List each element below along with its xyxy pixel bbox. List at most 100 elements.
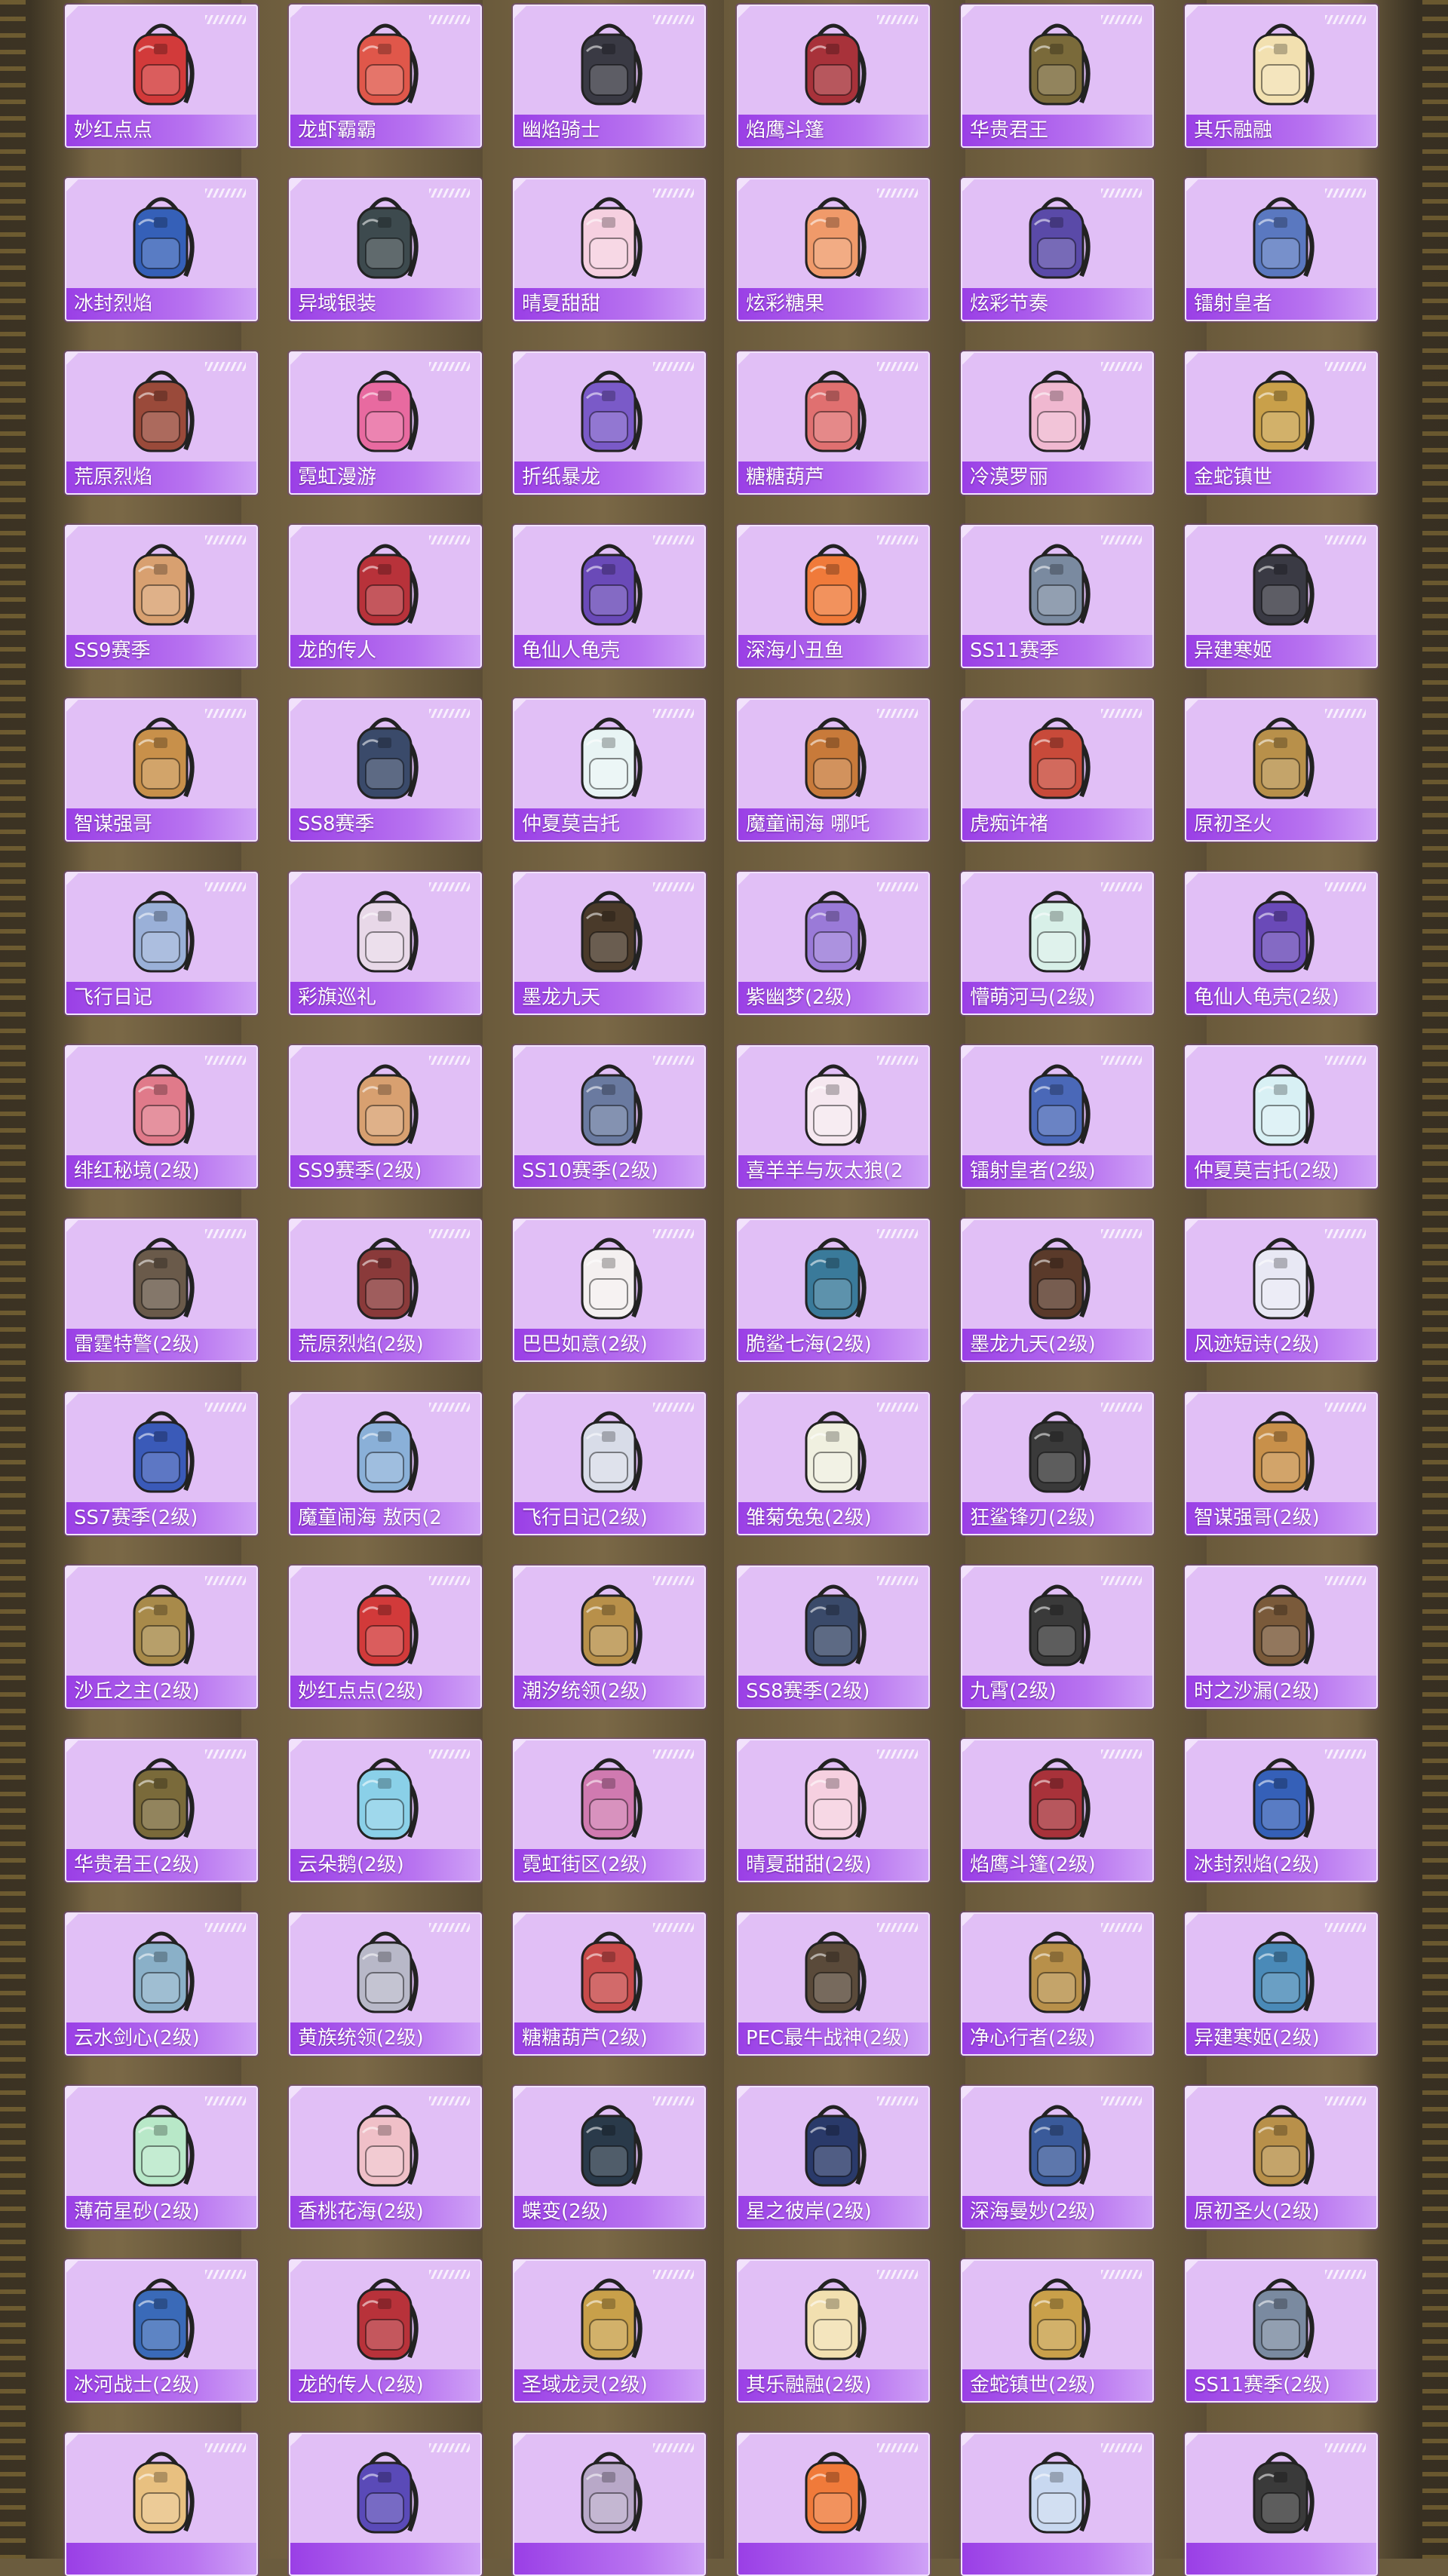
item-card[interactable]: 时之沙漏(2级) bbox=[1185, 1566, 1378, 1709]
rarity-stripes bbox=[205, 709, 246, 718]
item-card[interactable]: 龟仙人龟壳 bbox=[513, 525, 706, 668]
item-card[interactable]: 懵萌河马(2级) bbox=[961, 872, 1154, 1015]
item-card[interactable]: 冷漠罗丽 bbox=[961, 351, 1154, 495]
item-card[interactable]: 黄族统领(2级) bbox=[289, 1912, 482, 2056]
item-card[interactable]: 净心行者(2级) bbox=[961, 1912, 1154, 2056]
backpack-icon bbox=[340, 2095, 431, 2197]
item-card[interactable]: PEC最牛战神(2级) bbox=[737, 1912, 930, 2056]
item-card[interactable]: 金蛇镇世 bbox=[1185, 351, 1378, 495]
item-card[interactable] bbox=[737, 2433, 930, 2576]
item-card[interactable]: 荒原烈焰 bbox=[65, 351, 258, 495]
item-card[interactable]: 龟仙人龟壳(2级) bbox=[1185, 872, 1378, 1015]
item-card[interactable]: 彩旗巡礼 bbox=[289, 872, 482, 1015]
item-card[interactable]: 墨龙九天 bbox=[513, 872, 706, 1015]
item-card[interactable]: 金蛇镇世(2级) bbox=[961, 2259, 1154, 2403]
item-card[interactable]: 晴夏甜甜(2级) bbox=[737, 1739, 930, 1882]
item-card[interactable]: 炫彩糖果 bbox=[737, 178, 930, 321]
item-card[interactable]: 飞行日记(2级) bbox=[513, 1392, 706, 1535]
item-card[interactable]: 虎痴许褚 bbox=[961, 698, 1154, 842]
item-card[interactable]: 智谋强哥(2级) bbox=[1185, 1392, 1378, 1535]
item-card[interactable]: 幽焰骑士 bbox=[513, 5, 706, 148]
item-card[interactable]: 墨龙九天(2级) bbox=[961, 1219, 1154, 1362]
item-card[interactable]: 雏菊兔兔(2级) bbox=[737, 1392, 930, 1535]
item-card[interactable]: 脆鲨七海(2级) bbox=[737, 1219, 930, 1362]
item-card[interactable]: 沙丘之主(2级) bbox=[65, 1566, 258, 1709]
item-card[interactable]: 星之彼岸(2级) bbox=[737, 2086, 930, 2229]
item-card[interactable]: 冰封烈焰 bbox=[65, 178, 258, 321]
item-card[interactable]: 薄荷星砂(2级) bbox=[65, 2086, 258, 2229]
item-card[interactable]: SS7赛季(2级) bbox=[65, 1392, 258, 1535]
item-card[interactable]: 折纸暴龙 bbox=[513, 351, 706, 495]
item-card[interactable]: 飞行日记 bbox=[65, 872, 258, 1015]
item-card[interactable]: 糖糖葫芦 bbox=[737, 351, 930, 495]
item-card[interactable]: 冰河战士(2级) bbox=[65, 2259, 258, 2403]
item-card[interactable]: 深海曼妙(2级) bbox=[961, 2086, 1154, 2229]
item-card[interactable]: 霓虹漫游 bbox=[289, 351, 482, 495]
item-card[interactable]: SS10赛季(2级) bbox=[513, 1045, 706, 1188]
item-card[interactable]: 绯红秘境(2级) bbox=[65, 1045, 258, 1188]
item-card[interactable] bbox=[1185, 2433, 1378, 2576]
item-card[interactable]: 智谋强哥 bbox=[65, 698, 258, 842]
item-card[interactable]: 潮汐统领(2级) bbox=[513, 1566, 706, 1709]
item-card[interactable]: 镭射皇者 bbox=[1185, 178, 1378, 321]
item-card[interactable]: 妙红点点(2级) bbox=[289, 1566, 482, 1709]
item-card[interactable]: SS8赛季 bbox=[289, 698, 482, 842]
item-card[interactable] bbox=[289, 2433, 482, 2576]
item-card[interactable]: 镭射皇者(2级) bbox=[961, 1045, 1154, 1188]
item-label: 云朵鹅(2级) bbox=[290, 1849, 480, 1881]
item-card[interactable]: 魔童闹海 哪吒 bbox=[737, 698, 930, 842]
item-card[interactable]: 圣域龙灵(2级) bbox=[513, 2259, 706, 2403]
item-card[interactable]: 龙的传人 bbox=[289, 525, 482, 668]
item-card[interactable]: 原初圣火(2级) bbox=[1185, 2086, 1378, 2229]
item-card[interactable]: 龙虾霸霸 bbox=[289, 5, 482, 148]
item-card[interactable]: 龙的传人(2级) bbox=[289, 2259, 482, 2403]
item-card[interactable]: 云朵鹅(2级) bbox=[289, 1739, 482, 1882]
item-card[interactable]: 雷霆特警(2级) bbox=[65, 1219, 258, 1362]
rarity-stripes bbox=[653, 15, 694, 24]
item-card[interactable]: 焰鹰斗篷 bbox=[737, 5, 930, 148]
item-card[interactable]: 蝶变(2级) bbox=[513, 2086, 706, 2229]
item-card[interactable]: 喜羊羊与灰太狼(2 bbox=[737, 1045, 930, 1188]
item-card[interactable]: 其乐融融 bbox=[1185, 5, 1378, 148]
item-card[interactable]: 九霄(2级) bbox=[961, 1566, 1154, 1709]
item-card[interactable]: 仲夏莫吉托 bbox=[513, 698, 706, 842]
item-card[interactable]: 香桃花海(2级) bbox=[289, 2086, 482, 2229]
item-card[interactable]: 云水剑心(2级) bbox=[65, 1912, 258, 2056]
item-card[interactable]: SS8赛季(2级) bbox=[737, 1566, 930, 1709]
item-card[interactable]: SS9赛季 bbox=[65, 525, 258, 668]
item-card[interactable]: 华贵君王 bbox=[961, 5, 1154, 148]
item-label: 香桃花海(2级) bbox=[290, 2196, 480, 2228]
item-card[interactable]: 异建寒姬 bbox=[1185, 525, 1378, 668]
item-card[interactable]: 魔童闹海 敖丙(2 bbox=[289, 1392, 482, 1535]
item-card[interactable]: 晴夏甜甜 bbox=[513, 178, 706, 321]
backpack-icon bbox=[116, 2268, 207, 2370]
rarity-stripes bbox=[205, 189, 246, 198]
item-card[interactable]: 紫幽梦(2级) bbox=[737, 872, 930, 1015]
item-card[interactable]: SS9赛季(2级) bbox=[289, 1045, 482, 1188]
item-card[interactable]: 荒原烈焰(2级) bbox=[289, 1219, 482, 1362]
item-card[interactable]: 炫彩节奏 bbox=[961, 178, 1154, 321]
backpack-icon bbox=[564, 2268, 655, 2370]
item-card[interactable]: 仲夏莫吉托(2级) bbox=[1185, 1045, 1378, 1188]
item-card[interactable]: 深海小丑鱼 bbox=[737, 525, 930, 668]
item-card[interactable]: 焰鹰斗篷(2级) bbox=[961, 1739, 1154, 1882]
item-card[interactable]: 妙红点点 bbox=[65, 5, 258, 148]
item-card[interactable] bbox=[65, 2433, 258, 2576]
item-card[interactable]: 霓虹街区(2级) bbox=[513, 1739, 706, 1882]
item-card[interactable]: SS11赛季(2级) bbox=[1185, 2259, 1378, 2403]
item-card[interactable] bbox=[961, 2433, 1154, 2576]
item-card[interactable]: 华贵君王(2级) bbox=[65, 1739, 258, 1882]
item-card[interactable]: 异建寒姬(2级) bbox=[1185, 1912, 1378, 2056]
item-card[interactable]: 冰封烈焰(2级) bbox=[1185, 1739, 1378, 1882]
item-card[interactable]: 风迹短诗(2级) bbox=[1185, 1219, 1378, 1362]
item-card[interactable]: 其乐融融(2级) bbox=[737, 2259, 930, 2403]
item-card[interactable]: 异域银装 bbox=[289, 178, 482, 321]
item-card[interactable]: 原初圣火 bbox=[1185, 698, 1378, 842]
item-card[interactable]: 巴巴如意(2级) bbox=[513, 1219, 706, 1362]
item-card[interactable]: 狂鲨锋刃(2级) bbox=[961, 1392, 1154, 1535]
item-card[interactable]: SS11赛季 bbox=[961, 525, 1154, 668]
item-card[interactable]: 糖糖葫芦(2级) bbox=[513, 1912, 706, 2056]
rarity-stripes bbox=[205, 1576, 246, 1585]
rarity-stripes bbox=[877, 1056, 918, 1065]
item-card[interactable] bbox=[513, 2433, 706, 2576]
